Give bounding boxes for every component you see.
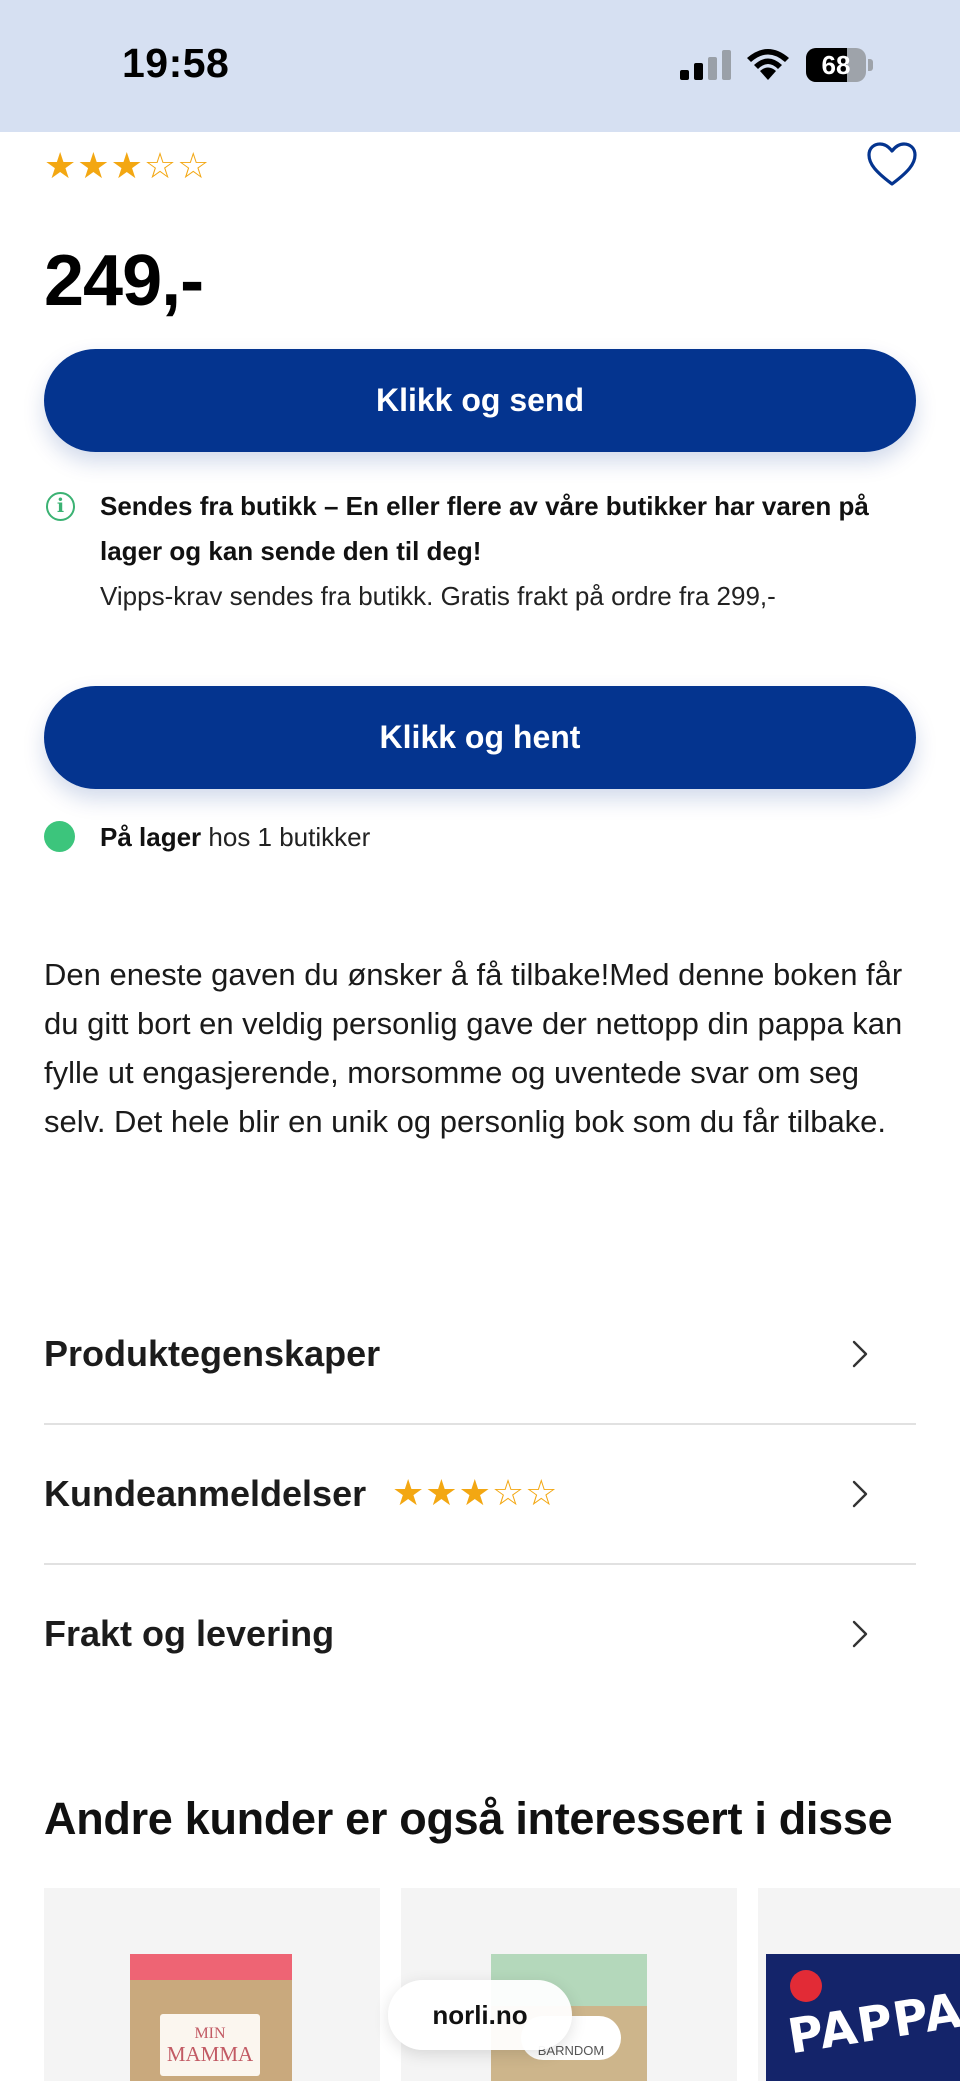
- related-product-card[interactable]: PAPPAS: [758, 1888, 960, 2081]
- shipping-info-subtitle: Vipps-krav sendes fra butikk. Gratis fra…: [100, 581, 776, 611]
- accordion-product-properties[interactable]: Produktegenskaper: [44, 1285, 916, 1425]
- star-filled-icon: ★: [110, 145, 143, 186]
- click-and-collect-button[interactable]: Klikk og hent: [44, 686, 916, 789]
- chevron-right-icon: [852, 1480, 868, 1508]
- accordion-customer-reviews[interactable]: Kundeanmeldelser ★ ★ ★ ☆ ☆: [44, 1425, 916, 1565]
- star-filled-icon: ★: [425, 1472, 458, 1513]
- cellular-signal-icon: [680, 50, 732, 80]
- cover-line1: MIN: [194, 2025, 226, 2042]
- product-price: 249,-: [44, 241, 204, 321]
- related-product-card[interactable]: MIN MAMMA: [44, 1888, 380, 2081]
- cover-badge: [790, 1970, 822, 2002]
- star-filled-icon: ★: [77, 145, 110, 186]
- wifi-icon: [747, 49, 789, 80]
- shipping-info: Sendes fra butikk – En eller flere av vå…: [100, 484, 920, 618]
- stock-status-rest: hos 1 butikker: [201, 822, 371, 852]
- review-rating-stars: ★ ★ ★ ☆ ☆: [392, 1475, 558, 1511]
- status-bar: 19:58 68: [0, 0, 960, 132]
- status-time: 19:58: [122, 40, 230, 86]
- battery-level: 68: [821, 50, 851, 80]
- shipping-info-title: Sendes fra butikk – En eller flere av vå…: [100, 491, 869, 566]
- cover-line2: MAMMA: [166, 2042, 254, 2066]
- star-filled-icon: ★: [458, 1472, 491, 1513]
- stock-status: På lager hos 1 butikker: [100, 820, 370, 854]
- book-cover-image: MIN MAMMA: [130, 1954, 292, 2081]
- star-filled-icon: ★: [44, 145, 77, 186]
- chevron-right-icon: [852, 1340, 868, 1368]
- battery-icon: 68: [806, 48, 873, 82]
- stock-status-dot: [44, 821, 75, 852]
- related-products-title: Andre kunder er også interessert i disse: [44, 1793, 893, 1844]
- browser-url-pill[interactable]: norli.no: [388, 1980, 572, 2050]
- info-icon: i: [46, 492, 75, 521]
- stock-status-bold: På lager: [100, 822, 202, 852]
- star-empty-icon: ☆: [177, 145, 210, 186]
- star-empty-icon: ☆: [143, 145, 177, 186]
- click-and-send-button[interactable]: Klikk og send: [44, 349, 916, 452]
- book-cover-image: PAPPAS: [766, 1954, 960, 2081]
- star-empty-icon: ☆: [491, 1472, 525, 1513]
- product-rating-stars: ★ ★ ★ ☆ ☆: [44, 148, 210, 184]
- product-description: Den eneste gaven du ønsker å få tilbake!…: [44, 957, 903, 1139]
- accordion-label: Produktegenskaper: [44, 1333, 381, 1374]
- star-filled-icon: ★: [392, 1472, 425, 1513]
- accordion-label: Kundeanmeldelser: [44, 1473, 367, 1514]
- favorite-heart-icon[interactable]: [866, 140, 918, 188]
- chevron-right-icon: [852, 1620, 868, 1648]
- accordion-label: Frakt og levering: [44, 1613, 335, 1654]
- star-empty-icon: ☆: [525, 1472, 558, 1513]
- accordion-shipping-delivery[interactable]: Frakt og levering: [44, 1565, 916, 1705]
